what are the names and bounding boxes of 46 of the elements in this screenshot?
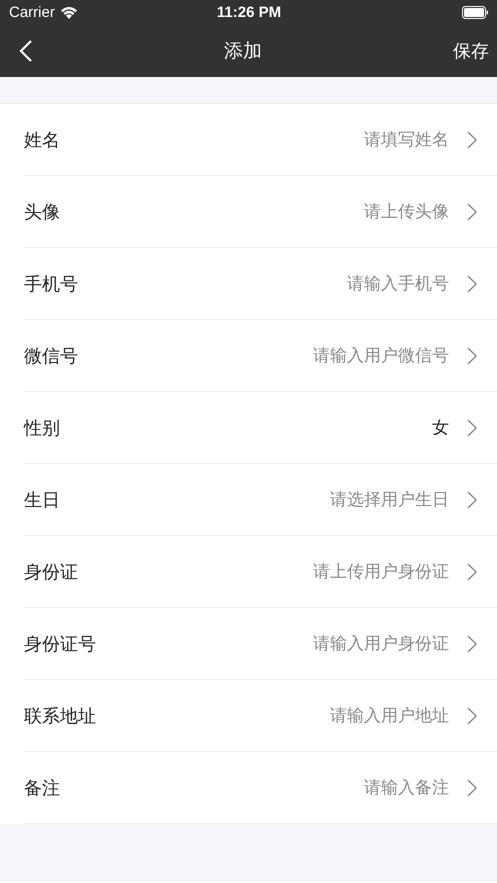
field-label: 头像 <box>24 200 61 224</box>
chevron-icon <box>467 490 477 508</box>
field-placeholder: 请填写姓名 <box>364 129 449 151</box>
field-placeholder: 请输入备注 <box>364 777 449 799</box>
form-row[interactable]: 姓名 请填写姓名 <box>24 104 497 176</box>
chevron-icon <box>467 562 477 580</box>
field-label: 生日 <box>24 488 61 512</box>
form-row[interactable]: 身份证号 请输入用户身份证 <box>24 608 497 680</box>
field-placeholder: 请选择用户生日 <box>330 489 449 511</box>
field-placeholder: 请输入用户身份证 <box>313 633 449 655</box>
back-icon[interactable] <box>19 39 33 63</box>
field-label: 身份证 <box>24 560 79 584</box>
battery-icon <box>462 6 489 19</box>
chevron-icon <box>467 778 477 796</box>
form-row[interactable]: 性别 女 <box>24 392 497 464</box>
field-label: 性别 <box>24 416 61 440</box>
form-row[interactable]: 身份证 请上传用户身份证 <box>24 536 497 608</box>
field-placeholder: 请上传用户身份证 <box>313 561 449 583</box>
form-row[interactable]: 联系地址 请输入用户地址 <box>24 680 497 752</box>
field-placeholder: 请输入用户微信号 <box>313 345 449 367</box>
field-label: 备注 <box>24 776 61 800</box>
field-placeholder: 请输入用户地址 <box>330 705 449 727</box>
form-row[interactable]: 手机号 请输入手机号 <box>24 248 497 320</box>
chevron-icon <box>467 202 477 220</box>
chevron-icon <box>467 274 477 292</box>
field-placeholder: 请输入手机号 <box>347 273 449 295</box>
form-row[interactable]: 微信号 请输入用户微信号 <box>24 320 497 392</box>
chevron-icon <box>467 346 477 364</box>
field-label: 姓名 <box>24 128 61 152</box>
form-row[interactable]: 生日 请选择用户生日 <box>24 464 497 536</box>
wifi-icon <box>60 6 78 19</box>
save-button[interactable]: 保存 <box>453 39 489 63</box>
field-label: 身份证号 <box>24 632 97 656</box>
field-label: 手机号 <box>24 272 79 296</box>
carrier-name: Carrier <box>9 4 55 21</box>
form-row[interactable]: 头像 请上传头像 <box>24 176 497 248</box>
field-value: 女 <box>432 417 449 439</box>
chevron-icon <box>467 634 477 652</box>
field-placeholder: 请上传头像 <box>364 201 449 223</box>
status-time: 11:26 PM <box>216 4 282 21</box>
page-title: 添加 <box>224 39 262 64</box>
field-label: 微信号 <box>24 344 79 368</box>
field-label: 联系地址 <box>24 704 97 728</box>
chevron-icon <box>467 706 477 724</box>
chevron-icon <box>467 418 477 436</box>
chevron-icon <box>467 130 477 148</box>
